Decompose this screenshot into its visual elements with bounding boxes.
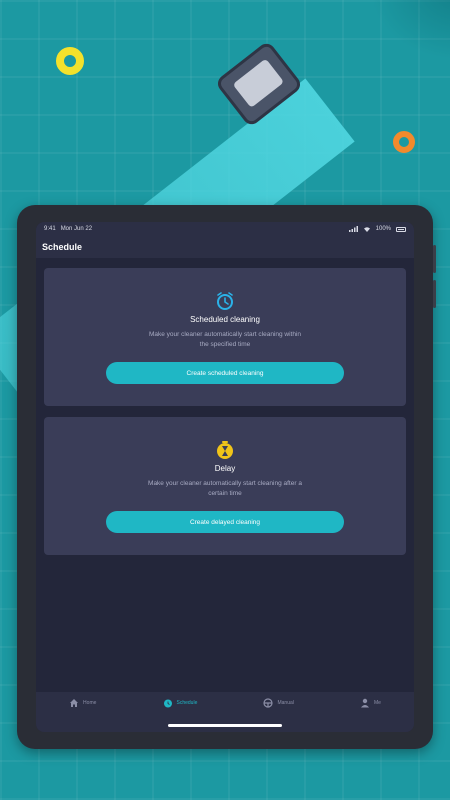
create-delayed-cleaning-button[interactable]: Create delayed cleaning [106, 511, 344, 533]
nav-item-manual[interactable]: Manual [263, 698, 294, 708]
home-indicator[interactable] [168, 724, 282, 727]
bottom-navigation: Home Schedule Manual Me [36, 692, 414, 732]
scheduled-cleaning-card: Scheduled cleaning Make your cleaner aut… [44, 268, 406, 406]
nav-item-home[interactable]: Home [69, 698, 96, 708]
page-title: Schedule [42, 242, 83, 252]
wifi-icon [363, 227, 370, 232]
nav-item-me[interactable]: Me [360, 698, 381, 708]
battery-percentage: 100% [375, 226, 391, 232]
steering-icon [263, 698, 274, 708]
delay-card: Delay Make your cleaner automatically st… [44, 417, 406, 555]
status-bar: 9:41 Mon Jun 22 100% [36, 222, 414, 236]
page-header: Schedule [36, 236, 414, 258]
status-date: Mon Jun 22 [60, 226, 93, 232]
nav-label: Manual [277, 700, 294, 706]
alarm-clock-icon [217, 292, 233, 310]
hourglass-timer-icon [217, 441, 233, 459]
card-description: Make your cleaner automatically start cl… [148, 331, 302, 348]
volume-button [433, 245, 436, 273]
palm-leaf-shadow [370, 0, 450, 60]
yellow-float-ring [56, 47, 84, 75]
card-title: Scheduled cleaning [190, 315, 260, 324]
nav-label: Me [373, 700, 381, 706]
app-screen: 9:41 Mon Jun 22 100% Schedule Scheduled … [36, 222, 414, 732]
schedule-icon [163, 699, 172, 708]
signal-icon [348, 226, 358, 232]
nav-item-schedule[interactable]: Schedule [163, 698, 198, 708]
create-scheduled-cleaning-button[interactable]: Create scheduled cleaning [106, 362, 344, 384]
card-description: Make your cleaner automatically start cl… [148, 480, 302, 497]
nav-label: Schedule [176, 700, 198, 706]
volume-button [433, 280, 436, 308]
schedule-content: Scheduled cleaning Make your cleaner aut… [36, 258, 414, 555]
tablet-device: 9:41 Mon Jun 22 100% Schedule Scheduled … [17, 205, 436, 749]
battery-icon [396, 226, 406, 232]
nav-label: Home [83, 700, 97, 706]
person-icon [360, 698, 369, 708]
home-icon [70, 699, 79, 707]
orange-float-ring [393, 131, 415, 153]
card-title: Delay [214, 464, 236, 473]
status-time: 9:41 [44, 226, 56, 232]
